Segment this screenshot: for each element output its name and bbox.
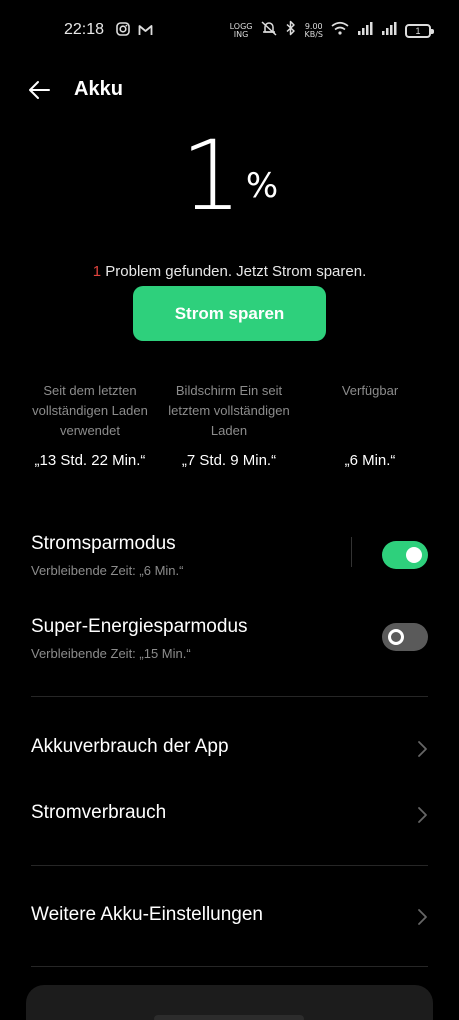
power-saving-mode-row[interactable]: Stromsparmodus Verbleibende Zeit: „6 Min… [0, 533, 459, 593]
suggestion-card-content [154, 1015, 304, 1020]
wifi-icon [331, 21, 349, 40]
suggestion-card[interactable] [26, 985, 433, 1020]
problem-count: 1 [92, 263, 102, 280]
bluetooth-icon [286, 20, 296, 41]
nav-label: Weitere Akku-Einstellungen [31, 904, 263, 925]
status-bar: 22:18 LOGG ING 9.00 KB/S 1 [0, 0, 459, 60]
divider [31, 696, 428, 697]
problem-text: Problem gefunden. Jetzt Strom sparen. [101, 263, 367, 280]
battery-percent-sign: % [245, 166, 279, 206]
chevron-right-icon [416, 805, 430, 825]
status-time: 22:18 [64, 21, 105, 38]
toggle-knob [388, 629, 404, 645]
toggle-knob [406, 547, 422, 563]
app-header: Akku [0, 74, 459, 106]
divider [351, 537, 352, 567]
nav-app-battery-usage[interactable]: Akkuverbrauch der App [0, 726, 459, 770]
stat-screen-on: Bildschirm Ein seit letztem vollständige… [164, 381, 294, 469]
page-title: Akku [74, 78, 123, 100]
super-energy-saving-mode-row[interactable]: Super-Energiesparmodus Verbleibende Zeit… [0, 616, 459, 676]
mode-subtitle: Verbleibende Zeit: „6 Min.“ [31, 563, 184, 578]
stat-value: „13 Std. 22 Min.“ [34, 452, 146, 469]
mute-icon [260, 20, 278, 41]
stat-label: Verfügbar [341, 383, 399, 398]
stat-label: Bildschirm Ein seit letztem vollständige… [168, 383, 290, 438]
stat-used-since-charge: Seit dem letzten vollständigen Laden ver… [25, 381, 155, 469]
signal-2-icon [381, 21, 397, 40]
nav-more-battery-settings[interactable]: Weitere Akku-Einstellungen [0, 894, 459, 938]
net-speed-icon: 9.00 KB/S [304, 21, 323, 39]
mode-title: Stromsparmodus [31, 533, 176, 554]
back-arrow-icon[interactable] [26, 76, 54, 104]
stat-available: Verfügbar „6 Min.“ [305, 381, 435, 469]
battery-icon: 1 [405, 23, 434, 38]
power-saving-toggle[interactable] [382, 541, 428, 569]
battery-percent: 1% [0, 126, 459, 226]
save-power-button[interactable]: Strom sparen [133, 286, 326, 341]
super-energy-saving-toggle[interactable] [382, 623, 428, 651]
gmail-icon [138, 23, 153, 41]
nav-label: Akkuverbrauch der App [31, 736, 229, 757]
stat-value: „6 Min.“ [344, 452, 396, 469]
signal-1-icon [357, 21, 373, 40]
divider [31, 966, 428, 967]
nav-label: Stromverbrauch [31, 802, 167, 823]
instagram-icon [116, 22, 130, 41]
problem-message: 1 Problem gefunden. Jetzt Strom sparen. [0, 263, 459, 280]
battery-percent-value: 1 [180, 120, 242, 232]
mode-subtitle: Verbleibende Zeit: „15 Min.“ [31, 646, 191, 661]
chevron-right-icon [416, 907, 430, 927]
mode-title: Super-Energiesparmodus [31, 616, 248, 637]
stat-label: Seit dem letzten vollständigen Laden ver… [32, 383, 148, 438]
chevron-right-icon [416, 739, 430, 759]
volte-icon: LOGG ING [229, 21, 253, 39]
battery-level-text: 1 [415, 25, 421, 36]
divider [31, 865, 428, 866]
nav-power-consumption[interactable]: Stromverbrauch [0, 792, 459, 836]
stat-value: „7 Std. 9 Min.“ [181, 452, 277, 469]
